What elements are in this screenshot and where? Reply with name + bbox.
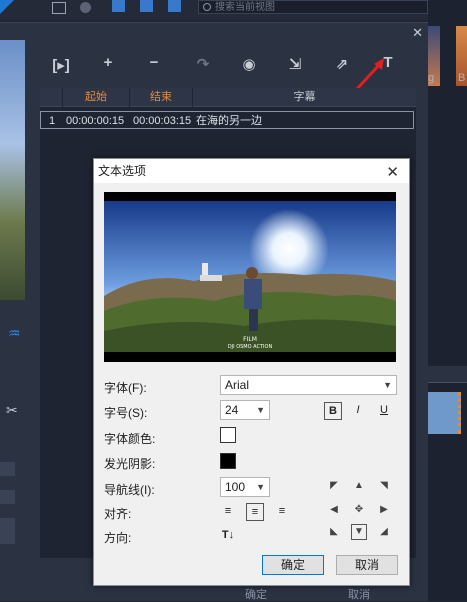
position-bottom-left-icon[interactable]: ◣ [328, 526, 340, 538]
folder-icon[interactable] [52, 2, 66, 14]
align-right-icon[interactable]: ≡ [274, 503, 290, 519]
cancel-button[interactable]: 取消 [336, 555, 398, 575]
audio-wave-icon: ♒ [8, 325, 21, 341]
column-subtitle[interactable]: 字幕 [193, 88, 416, 107]
text-preview: FILM DJI OSMO ACTION [104, 192, 396, 362]
size-value: 24 [225, 403, 239, 417]
chevron-down-icon: ▼ [383, 380, 392, 390]
bold-button[interactable]: B [324, 402, 342, 420]
align-left-icon[interactable]: ≡ [220, 503, 236, 519]
position-center-icon[interactable]: ✥ [353, 504, 365, 516]
remove-icon[interactable]: − [143, 54, 165, 71]
thumbnail-label: B [458, 72, 466, 84]
column-index [40, 88, 62, 107]
search-input[interactable]: 搜索当前视图 [198, 0, 428, 14]
row-subtitle-text: 在海的另一边 [196, 115, 262, 127]
position-left-icon[interactable]: ◀ [328, 504, 340, 516]
guide-line-select[interactable]: 100 ▼ [220, 477, 270, 497]
size-select[interactable]: 24 ▼ [220, 400, 270, 420]
left-button[interactable] [0, 518, 15, 544]
underline-button[interactable]: U [376, 402, 392, 418]
search-placeholder: 搜索当前视图 [215, 2, 275, 13]
font-label: 字体(F): [104, 381, 147, 395]
video-preview-strip [0, 40, 25, 300]
guide-line-label: 导航线(I): [104, 483, 155, 497]
watermark-logo-sub: DJI OSMO ACTION [228, 344, 273, 350]
font-color-label: 字体颜色: [104, 432, 156, 446]
position-top-right-icon[interactable]: ◥ [378, 480, 390, 492]
insert-media-icon[interactable]: [▸] [50, 56, 72, 74]
position-bottom-right-icon[interactable]: ◢ [378, 526, 390, 538]
align-center-icon[interactable]: ≡ [246, 503, 264, 521]
font-select[interactable]: Arial ▼ [220, 375, 397, 395]
left-dropdown[interactable] [0, 490, 15, 504]
import-icon[interactable]: ⇗ [331, 55, 353, 73]
table-row[interactable]: 1 00:00:00:15 00:00:03:15 在海的另一边 [40, 111, 414, 129]
thumbnail-label: g [428, 72, 435, 84]
close-icon[interactable]: ✕ [412, 25, 423, 41]
chevron-down-icon: ▼ [256, 405, 265, 415]
search-icon [203, 3, 211, 11]
guide-line-value: 100 [225, 480, 246, 494]
position-top-icon[interactable]: ▲ [353, 480, 365, 492]
preview-photo: FILM DJI OSMO ACTION [104, 201, 396, 352]
size-label: 字号(S): [104, 406, 148, 420]
top-bar: 搜索当前视图 [0, 0, 467, 20]
column-end[interactable]: 结束 [130, 88, 192, 107]
glow-shadow-label: 发光阴影: [104, 457, 156, 471]
clear-icon[interactable] [80, 2, 91, 13]
dialog-title: 文本选项 [98, 164, 147, 178]
row-end-time: 00:00:03:15 [133, 115, 192, 127]
right-strip [428, 0, 467, 600]
position-top-left-icon[interactable]: ◤ [328, 480, 340, 492]
ok-button[interactable]: 确定 [262, 555, 324, 575]
timeline-ruler [428, 366, 467, 383]
row-start-time: 00:00:00:15 [66, 115, 125, 127]
direction-label: 方向: [104, 531, 132, 545]
align-label: 对齐: [104, 507, 132, 521]
timeline-clip[interactable] [428, 392, 461, 434]
text-direction-icon[interactable]: T↓ [220, 527, 236, 543]
export-icon[interactable]: ⇲ [284, 55, 306, 73]
add-icon[interactable]: + [97, 54, 119, 71]
column-start[interactable]: 起始 [63, 88, 129, 107]
position-bottom-icon[interactable]: ▼ [351, 524, 367, 540]
app-corner-icon [0, 0, 14, 14]
chevron-down-icon: ▼ [256, 482, 265, 492]
audio-filter-icon[interactable] [168, 0, 181, 12]
italic-button[interactable]: I [350, 402, 366, 418]
image-filter-icon[interactable] [140, 0, 153, 12]
position-right-icon[interactable]: ▶ [378, 504, 390, 516]
close-icon[interactable]: ✕ [386, 163, 399, 181]
scissors-icon[interactable]: ✂ [6, 402, 18, 419]
dialog-title-bar: 文本选项 [94, 159, 409, 183]
glow-color-swatch[interactable] [220, 453, 236, 469]
watermark-logo: FILM [243, 336, 257, 343]
video-filter-icon[interactable] [112, 0, 125, 12]
font-value: Arial [225, 378, 250, 392]
redo-icon[interactable]: ↷ [192, 55, 214, 73]
text-options-dialog: 文本选项 ✕ FILM DJI OSMO ACTION 字体(F): Arial… [93, 158, 410, 586]
eye-icon[interactable]: ◉ [238, 55, 260, 73]
font-color-swatch[interactable] [220, 427, 236, 443]
row-index: 1 [49, 115, 56, 127]
left-dropdown[interactable] [0, 462, 15, 476]
